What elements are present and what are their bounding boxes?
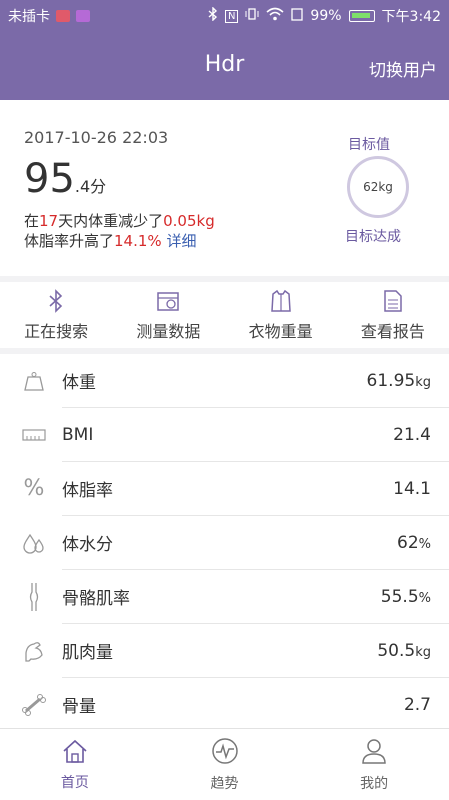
metric-value: 50.5kg: [377, 641, 431, 661]
tab-label: 我的: [360, 775, 389, 792]
bottom-tab-bar: 首页 趋势 我的: [0, 728, 449, 800]
weight-change-prefix: 在: [24, 212, 40, 230]
weight-change-value: 0.05kg: [163, 212, 215, 230]
calendar-icon: [156, 288, 180, 314]
metric-value: 62%: [397, 533, 431, 553]
metric-value: 21.4: [393, 425, 431, 445]
metric-name: 肌肉量: [62, 643, 113, 663]
score-integer: 95: [24, 156, 75, 202]
score: 95.4分: [24, 156, 106, 202]
muscle-rate-icon: [20, 582, 48, 612]
tab-home[interactable]: 首页: [0, 729, 150, 800]
tab-trend[interactable]: 趋势: [150, 729, 300, 800]
carrier-text: 未插卡: [8, 9, 50, 25]
nfc-icon: N: [224, 9, 239, 23]
metric-row-bmi[interactable]: BMI 21.4: [0, 408, 449, 461]
message-icon: [76, 10, 90, 22]
metric-unit: kg: [415, 644, 431, 660]
action-label: 查看报告: [360, 322, 425, 341]
metric-name: 体脂率: [62, 481, 113, 501]
tab-profile[interactable]: 我的: [299, 729, 449, 800]
metric-name: 体水分: [62, 535, 113, 555]
goal-reached-label: 目标达成: [345, 229, 401, 245]
bmi-icon: [20, 428, 48, 441]
weight-change-mid: 天内体重减少了: [58, 212, 164, 230]
metric-value: 61.95kg: [367, 371, 431, 391]
metric-number: 55.5: [380, 586, 419, 607]
action-searching[interactable]: 正在搜索: [0, 282, 112, 348]
bodyfat-change-text: 体脂率升高了14.1% 详细: [24, 230, 196, 251]
percent-icon: %: [23, 476, 45, 501]
metric-name: 骨量: [62, 697, 96, 717]
metric-row-bodyfat[interactable]: % 体脂率 14.1: [0, 462, 449, 515]
sim-icon: [56, 10, 70, 22]
data-icon: [291, 7, 304, 25]
clothes-icon: [269, 288, 293, 314]
switch-user-button[interactable]: 切换用户: [369, 56, 437, 81]
bluetooth-icon: [208, 6, 218, 25]
detail-link[interactable]: 详细: [166, 232, 196, 250]
goal-value: 62kg: [363, 180, 393, 194]
action-label: 衣物重量: [248, 322, 313, 341]
app-header: Hdr 切换用户: [0, 32, 449, 100]
status-bar: 未插卡 N 99% 下午3:42: [0, 0, 449, 32]
metric-unit: %: [418, 536, 431, 552]
metric-number: 62: [397, 532, 419, 553]
profile-icon: [360, 737, 388, 769]
weight-icon: [20, 371, 48, 391]
metric-number: 2.7: [403, 694, 431, 715]
water-icon: [20, 532, 48, 554]
status-left: 未插卡: [8, 6, 90, 26]
action-view-report[interactable]: 查看报告: [337, 282, 449, 348]
bluetooth-icon: [48, 288, 64, 314]
metric-row-weight[interactable]: 体重 61.95kg: [0, 354, 449, 407]
metric-row-water[interactable]: 体水分 62%: [0, 516, 449, 569]
metric-value: 2.7: [404, 695, 431, 715]
action-label: 正在搜索: [24, 322, 89, 341]
measure-datetime: 2017-10-26 22:03: [24, 128, 169, 147]
metric-unit: kg: [415, 374, 431, 390]
vibrate-icon: [245, 7, 259, 25]
metric-number: 61.95: [366, 370, 416, 391]
report-icon: [383, 288, 403, 314]
metric-row-bone[interactable]: 骨量 2.7: [0, 678, 449, 731]
tab-label: 趋势: [210, 775, 239, 792]
goal-circle[interactable]: 62kg: [347, 156, 409, 218]
metric-number: 14.1: [393, 478, 431, 499]
bone-icon: [20, 693, 48, 716]
battery-percent: 99%: [310, 8, 342, 24]
weight-change-days: 17: [39, 212, 59, 230]
metric-name: BMI: [62, 424, 94, 445]
metric-number: 50.5: [377, 640, 416, 661]
bodyfat-change-prefix: 体脂率升高了: [24, 232, 115, 250]
metric-name: 骨骼肌率: [62, 589, 130, 609]
bodyfat-change-value: 14.1%: [114, 232, 162, 250]
trend-icon: [211, 737, 239, 769]
action-clothes-weight[interactable]: 衣物重量: [225, 282, 337, 348]
weight-change-text: 在17天内体重减少了0.05kg: [24, 210, 215, 231]
metric-number: 21.4: [393, 424, 431, 445]
goal-label: 目标值: [348, 137, 390, 153]
score-decimal: .4分: [74, 177, 107, 196]
status-right: N 99% 下午3:42: [208, 6, 441, 26]
tab-label: 首页: [60, 774, 89, 791]
metrics-list: 体重 61.95kg BMI 21.4 % 体脂率 14.1 体水分 62% 骨…: [0, 354, 449, 728]
metric-row-muscle[interactable]: 肌肉量 50.5kg: [0, 624, 449, 677]
battery-icon: [348, 10, 375, 22]
action-label: 测量数据: [136, 322, 201, 341]
metric-row-muscle-rate[interactable]: 骨骼肌率 55.5%: [0, 570, 449, 623]
status-time: 下午3:42: [381, 9, 441, 25]
metric-unit: %: [418, 590, 431, 606]
action-measure-data[interactable]: 测量数据: [112, 282, 224, 348]
summary-card: 2017-10-26 22:03 95.4分 在17天内体重减少了0.05kg …: [0, 100, 449, 276]
wifi-icon: [266, 7, 284, 25]
action-row: 正在搜索 测量数据 衣物重量 查看报告: [0, 282, 449, 348]
metric-value: 14.1: [393, 479, 431, 499]
muscle-icon: [20, 639, 48, 663]
metric-name: 体重: [62, 373, 96, 393]
home-icon: [61, 738, 89, 768]
metric-value: 55.5%: [381, 587, 431, 607]
